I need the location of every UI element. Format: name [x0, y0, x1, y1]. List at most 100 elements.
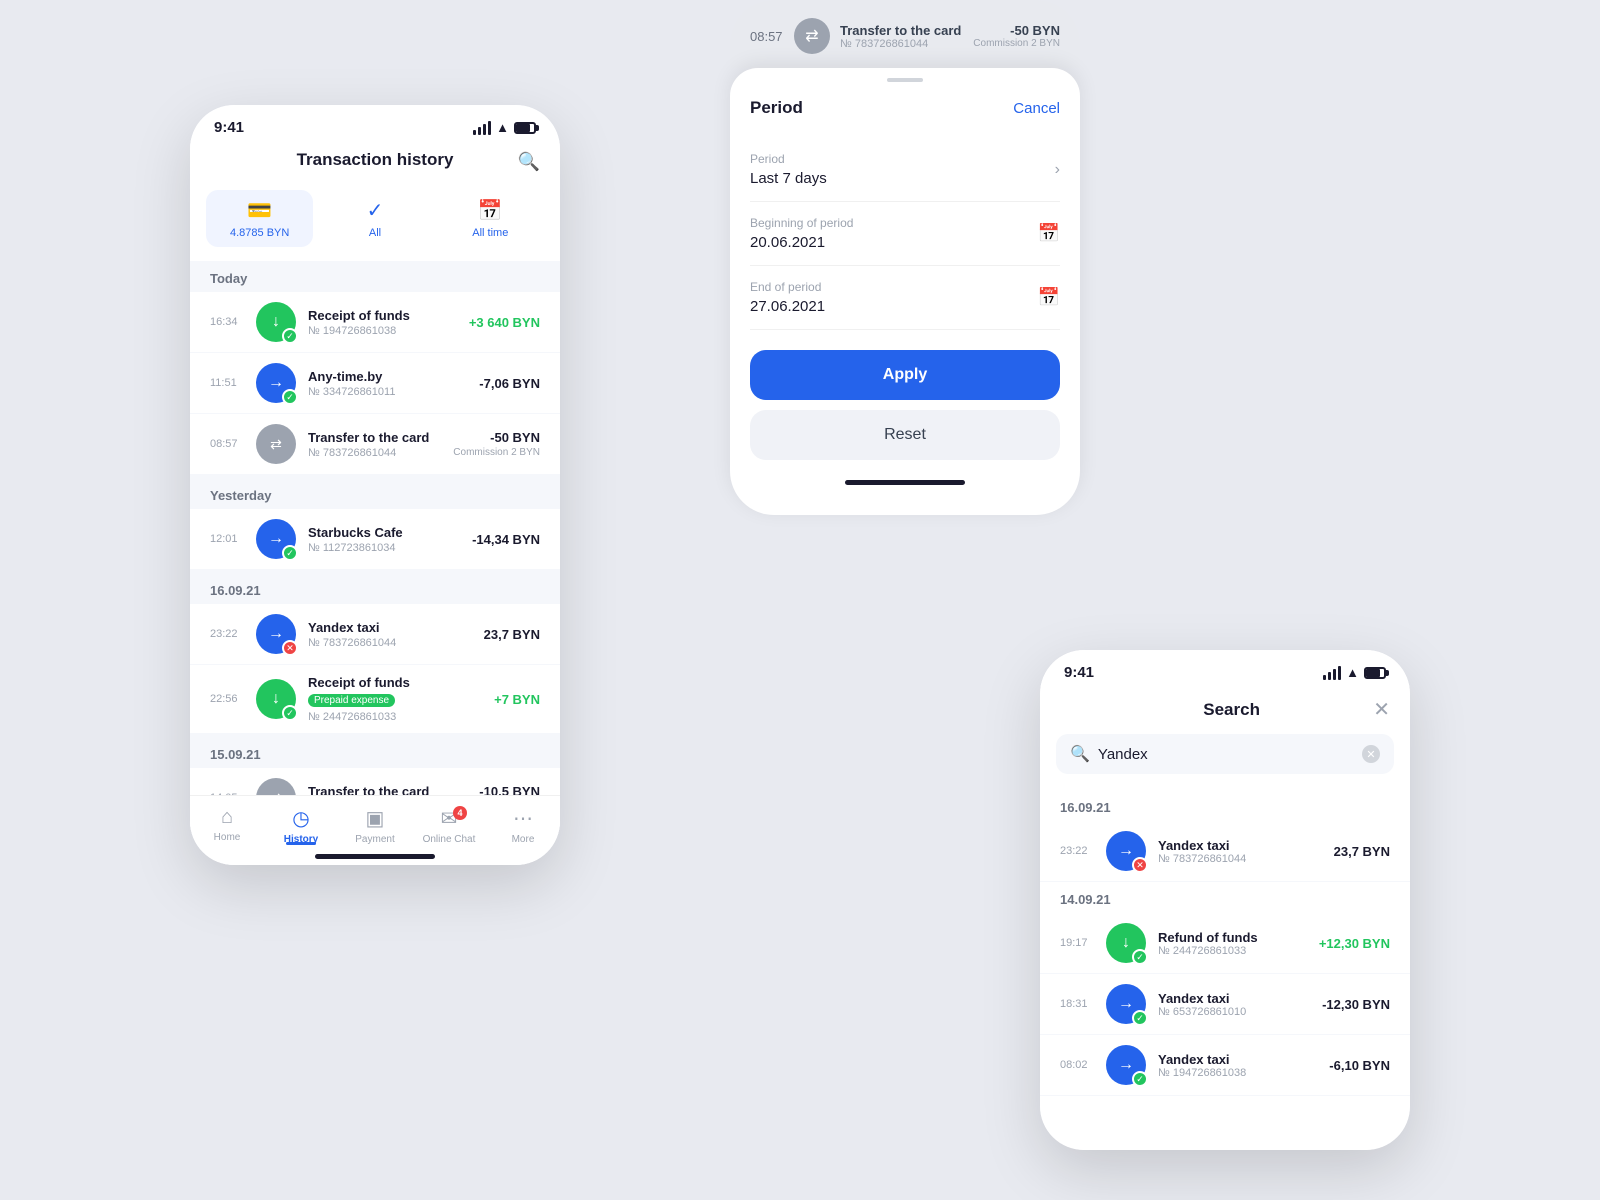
search-icon: 🔍 — [1070, 744, 1090, 764]
chevron-right-icon: › — [1055, 161, 1060, 179]
battery-icon — [514, 122, 536, 134]
peek-transaction: 08:57 ⇄ Transfer to the card № 783726861… — [730, 0, 1080, 68]
status-time-1: 9:41 — [214, 119, 244, 136]
tx-info: Refund of funds № 244726861033 — [1158, 930, 1307, 957]
peek-info: Transfer to the card № 783726861044 — [840, 23, 963, 50]
tx-number: № 244726861033 — [1158, 945, 1307, 957]
tx-amount: -50 BYN Commission 2 BYN — [453, 430, 540, 458]
tx-avatar: ↓ ✓ — [256, 302, 296, 342]
tx-info: Yandex taxi № 783726861044 — [1158, 838, 1322, 865]
history-icon: ◷ — [292, 806, 309, 831]
chat-badge: 4 — [453, 806, 467, 820]
tx-name: Any-time.by — [308, 369, 467, 384]
tx-amount: -6,10 BYN — [1329, 1058, 1390, 1073]
search-result-item[interactable]: 18:31 → ✓ Yandex taxi № 653726861010 -12… — [1040, 974, 1410, 1035]
tx-name: Yandex taxi — [1158, 991, 1310, 1006]
tx-time: 16:34 — [210, 316, 244, 328]
nav-item-payment[interactable]: ▣ Payment — [338, 806, 412, 845]
search-input[interactable] — [1098, 746, 1354, 763]
peek-amount: -50 BYN Commission 2 BYN — [973, 23, 1060, 49]
tx-amount-value: +7 BYN — [494, 692, 540, 707]
end-period-field[interactable]: End of period 27.06.2021 📅 — [750, 266, 1060, 330]
phone-search: 9:41 ▲ Search ✕ 🔍 ✕ — [1040, 650, 1410, 1150]
clear-search-button[interactable]: ✕ — [1362, 745, 1380, 763]
phone-period-modal: 08:57 ⇄ Transfer to the card № 783726861… — [720, 0, 1090, 530]
status-badge: ✕ — [282, 640, 298, 656]
tx-info: Transfer to the card № 783726861044 — [308, 430, 441, 459]
tab-all[interactable]: ✓ All — [321, 190, 428, 247]
tx-amount: 23,7 BYN — [484, 627, 540, 642]
tx-number: № 334726861011 — [308, 386, 467, 398]
search-result-item[interactable]: 19:17 ↓ ✓ Refund of funds № 244726861033… — [1040, 913, 1410, 974]
search-button[interactable]: 🔍 — [518, 152, 540, 173]
transaction-item[interactable]: 16:34 ↓ ✓ Receipt of funds № 19472686103… — [190, 292, 560, 352]
tx-time: 23:22 — [1060, 845, 1094, 857]
transaction-item[interactable]: 11:51 → ✓ Any-time.by № 334726861011 -7,… — [190, 353, 560, 413]
tx-info: Receipt of funds № 194726861038 — [308, 308, 457, 337]
tab-alltime[interactable]: 📅 All time — [437, 190, 544, 247]
tx-avatar: → ✓ — [1106, 1045, 1146, 1085]
cancel-button[interactable]: Cancel — [1013, 100, 1060, 117]
prepaid-badge: Prepaid expense — [308, 694, 395, 707]
tx-commission: Commission 2 BYN — [453, 447, 540, 458]
nav-item-home[interactable]: ⌂ Home — [190, 806, 264, 845]
period-field[interactable]: Period Last 7 days › — [750, 138, 1060, 202]
tx-number: № 244726861033 — [308, 711, 482, 723]
tx-time: 23:22 — [210, 628, 244, 640]
beginning-field-label: Beginning of period — [750, 216, 853, 230]
status-time-3: 9:41 — [1064, 664, 1094, 681]
filter-tabs: 💳 4.8785 BYN ✓ All 📅 All time — [190, 182, 560, 261]
tx-avatar: → ✓ — [1106, 984, 1146, 1024]
tx-info: Receipt of funds Prepaid expense № 24472… — [308, 675, 482, 723]
download-icon: ↓ — [1122, 934, 1130, 952]
tx-avatar: → ✕ — [1106, 831, 1146, 871]
date-group-16: 16.09.21 23:22 → ✕ Yandex taxi № 7837268… — [190, 573, 560, 733]
tx-avatar: ↓ ✓ — [256, 679, 296, 719]
tx-amount: 23,7 BYN — [1334, 844, 1390, 859]
apply-button[interactable]: Apply — [750, 350, 1060, 400]
transfer-icon: ⇄ — [805, 26, 818, 46]
peek-number: № 783726861044 — [840, 38, 963, 50]
search-date-label: 14.09.21 — [1040, 882, 1410, 913]
tx-name: Refund of funds — [1158, 930, 1307, 945]
transfer-icon: ⇄ — [270, 436, 282, 453]
close-button[interactable]: ✕ — [1373, 697, 1390, 722]
nav-item-history[interactable]: ◷ History — [264, 806, 338, 845]
tx-name: Yandex taxi — [1158, 838, 1322, 853]
transaction-item[interactable]: 08:57 ⇄ Transfer to the card № 783726861… — [190, 414, 560, 474]
wallet-icon: 💳 — [247, 198, 272, 223]
reset-button[interactable]: Reset — [750, 410, 1060, 460]
tx-number: № 783726861044 — [308, 447, 441, 459]
arrow-right-icon: → — [268, 625, 284, 643]
tab-balance[interactable]: 💳 4.8785 BYN — [206, 190, 313, 247]
tx-number: № 653726861010 — [1158, 1006, 1310, 1018]
search-result-item[interactable]: 08:02 → ✓ Yandex taxi № 194726861038 -6,… — [1040, 1035, 1410, 1096]
status-bar-3: 9:41 ▲ — [1040, 650, 1410, 687]
transaction-item[interactable]: 12:01 → ✓ Starbucks Cafe № 112723861034 … — [190, 509, 560, 569]
battery-icon — [1364, 667, 1386, 679]
transaction-item[interactable]: 22:56 ↓ ✓ Receipt of funds Prepaid expen… — [190, 665, 560, 733]
tx-number: № 112723861034 — [308, 542, 460, 554]
nav-item-more[interactable]: ⋯ More — [486, 806, 560, 845]
search-result-item[interactable]: 23:22 → ✕ Yandex taxi № 783726861044 23,… — [1040, 821, 1410, 882]
tx-time: 22:56 — [210, 693, 244, 705]
tx-amount: +7 BYN — [494, 692, 540, 707]
home-indicator — [315, 854, 435, 859]
status-badge: ✕ — [1132, 857, 1148, 873]
date-label: Yesterday — [190, 478, 560, 509]
tx-amount: +3 640 BYN — [469, 315, 540, 330]
sheet-header: Period Cancel — [750, 98, 1060, 118]
status-badge: ✓ — [282, 705, 298, 721]
status-badge: ✓ — [282, 389, 298, 405]
search-date-group: 16.09.21 23:22 → ✕ Yandex taxi № 7837268… — [1040, 790, 1410, 882]
beginning-period-field[interactable]: Beginning of period 20.06.2021 📅 — [750, 202, 1060, 266]
tx-amount: -7,06 BYN — [479, 376, 540, 391]
arrow-right-icon: → — [268, 530, 284, 548]
tx-avatar: → ✕ — [256, 614, 296, 654]
home-icon: ⌂ — [221, 806, 233, 829]
tx-avatar: → ✓ — [256, 519, 296, 559]
transaction-item[interactable]: 23:22 → ✕ Yandex taxi № 783726861044 23,… — [190, 604, 560, 664]
tx-amount-value: -14,34 BYN — [472, 532, 540, 547]
tx-amount-value: 23,7 BYN — [484, 627, 540, 642]
nav-item-chat[interactable]: 4 ✉ Online Chat — [412, 806, 486, 845]
